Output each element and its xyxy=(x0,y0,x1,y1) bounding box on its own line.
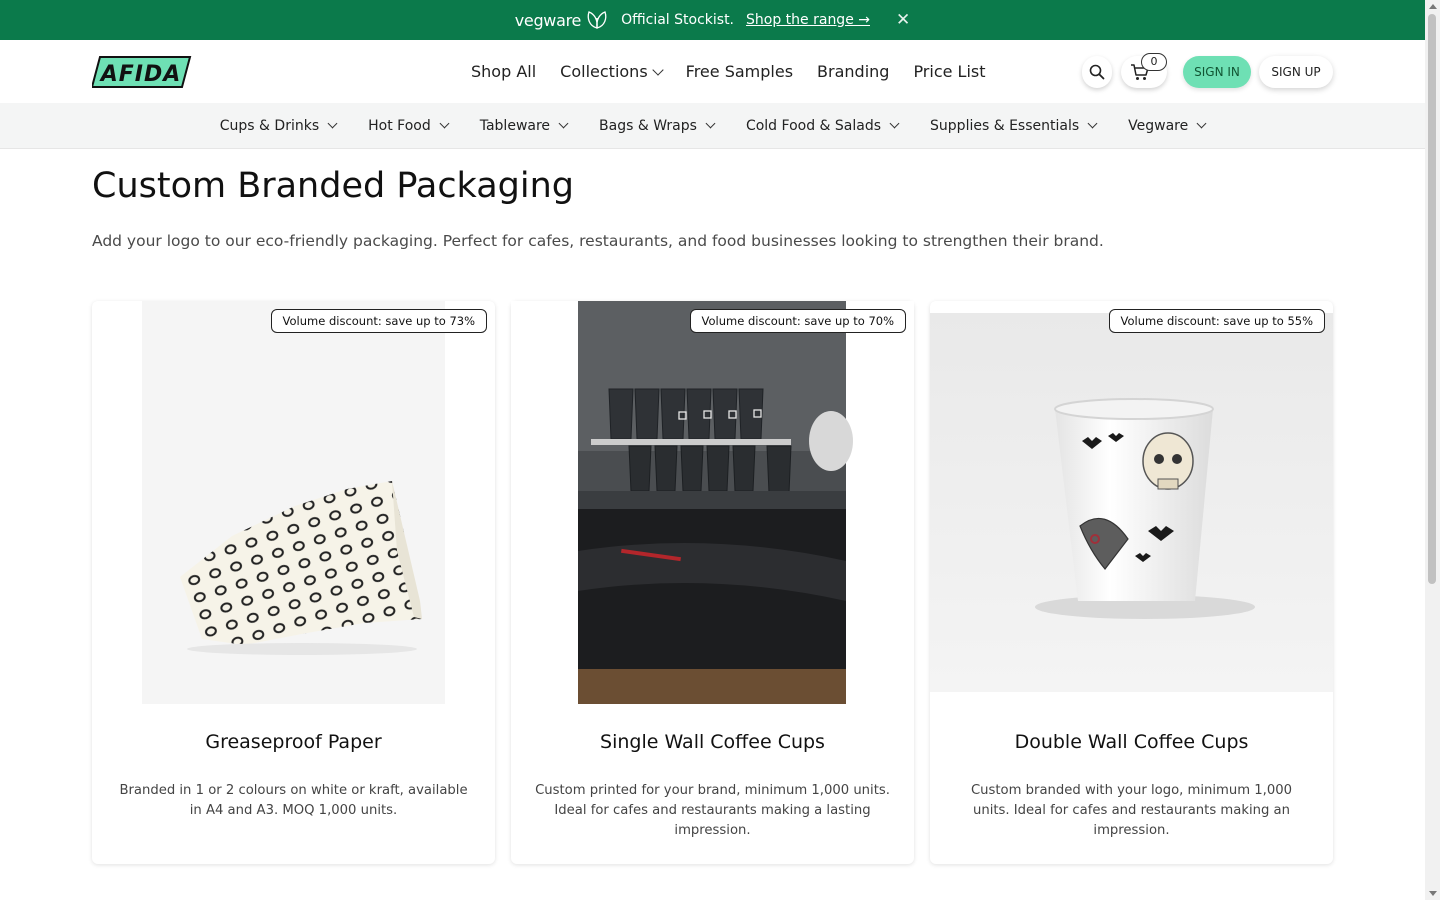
search-icon xyxy=(1089,64,1105,80)
product-description: Custom branded with your logo, minimum 1… xyxy=(970,783,1293,838)
scroll-down-arrow-icon[interactable] xyxy=(1429,891,1437,896)
leaf-icon xyxy=(587,11,607,29)
product-description: Branded in 1 or 2 colours on white or kr… xyxy=(119,783,468,818)
category-label: Cold Food & Salads xyxy=(745,117,882,134)
category-supplies-essentials[interactable]: Supplies & Essentials xyxy=(930,117,1098,134)
category-cold-food-salads[interactable]: Cold Food & Salads xyxy=(745,117,900,134)
category-label: Supplies & Essentials xyxy=(930,117,1080,134)
page-subtitle: Add your logo to our eco-friendly packag… xyxy=(92,232,1104,250)
afida-logo[interactable]: AFIDA xyxy=(92,55,192,89)
category-tableware[interactable]: Tableware xyxy=(479,117,569,134)
nav-collections[interactable]: Collections xyxy=(560,62,664,81)
scrollbar-thumb[interactable] xyxy=(1428,14,1436,584)
product-description: Custom printed for your brand, minimum 1… xyxy=(535,783,890,838)
product-card-double-wall-cups[interactable]: Volume discount: save up to 55% Double W… xyxy=(930,301,1333,864)
product-image[interactable]: Volume discount: save up to 73% xyxy=(92,301,495,704)
page-title: Custom Branded Packaging xyxy=(92,166,575,206)
chevron-down-icon xyxy=(705,118,716,129)
logo-text: AFIDA xyxy=(99,62,182,87)
product-title[interactable]: Double Wall Coffee Cups xyxy=(930,731,1333,753)
cart-count-badge: 0 xyxy=(1141,53,1167,71)
category-label: Tableware xyxy=(479,117,551,134)
chevron-down-icon xyxy=(1196,118,1207,129)
category-bags-wraps[interactable]: Bags & Wraps xyxy=(599,117,716,134)
chevron-down-icon xyxy=(327,118,338,129)
chevron-down-icon xyxy=(1087,118,1098,129)
main-nav: Shop All Collections Free Samples Brandi… xyxy=(471,40,986,103)
chevron-down-icon xyxy=(558,118,569,129)
category-hot-food[interactable]: Hot Food xyxy=(368,117,450,134)
shop-the-range-link[interactable]: Shop the range → xyxy=(746,12,870,28)
page-scrollbar[interactable] xyxy=(1425,0,1440,900)
category-label: Vegware xyxy=(1128,117,1189,134)
nav-free-samples[interactable]: Free Samples xyxy=(686,62,793,81)
nav-shop-all[interactable]: Shop All xyxy=(471,62,536,81)
stockist-text: Official Stockist. xyxy=(621,12,735,28)
category-label: Hot Food xyxy=(368,117,431,134)
vegware-wordmark: vegware xyxy=(514,10,582,30)
nav-branding[interactable]: Branding xyxy=(817,62,889,81)
chevron-down-icon xyxy=(889,118,900,129)
vegware-logo: vegware xyxy=(515,10,609,30)
discount-badge: Volume discount: save up to 55% xyxy=(1108,309,1325,333)
discount-badge: Volume discount: save up to 70% xyxy=(689,309,906,333)
nav-collections-label: Collections xyxy=(560,62,648,81)
close-icon[interactable]: ✕ xyxy=(896,11,910,29)
category-vegware[interactable]: Vegware xyxy=(1128,117,1207,134)
product-title[interactable]: Greaseproof Paper xyxy=(92,731,495,753)
product-card-greaseproof-paper[interactable]: Volume discount: save up to 73% Greasepr… xyxy=(92,301,495,864)
category-label: Bags & Wraps xyxy=(599,117,697,134)
sign-up-button[interactable]: SIGN UP xyxy=(1259,56,1333,88)
product-card-single-wall-cups[interactable]: Volume discount: save up to 70% Single W… xyxy=(511,301,914,864)
product-title[interactable]: Single Wall Coffee Cups xyxy=(511,731,914,753)
sign-in-button[interactable]: SIGN IN xyxy=(1183,56,1251,88)
chevron-down-icon xyxy=(439,118,450,129)
nav-price-list[interactable]: Price List xyxy=(913,62,985,81)
scroll-up-arrow-icon[interactable] xyxy=(1429,4,1437,9)
discount-badge: Volume discount: save up to 73% xyxy=(270,309,487,333)
product-image[interactable]: Volume discount: save up to 55% xyxy=(930,301,1333,704)
chevron-down-icon xyxy=(651,63,664,76)
product-image[interactable]: Volume discount: save up to 70% xyxy=(511,301,914,704)
search-button[interactable] xyxy=(1082,56,1112,88)
category-cups-drinks[interactable]: Cups & Drinks xyxy=(219,117,338,134)
category-label: Cups & Drinks xyxy=(219,117,320,134)
announcement-bar: vegware Official Stockist. Shop the rang… xyxy=(0,0,1425,40)
category-nav: Cups & Drinks Hot Food Tableware Bags & … xyxy=(0,103,1425,149)
